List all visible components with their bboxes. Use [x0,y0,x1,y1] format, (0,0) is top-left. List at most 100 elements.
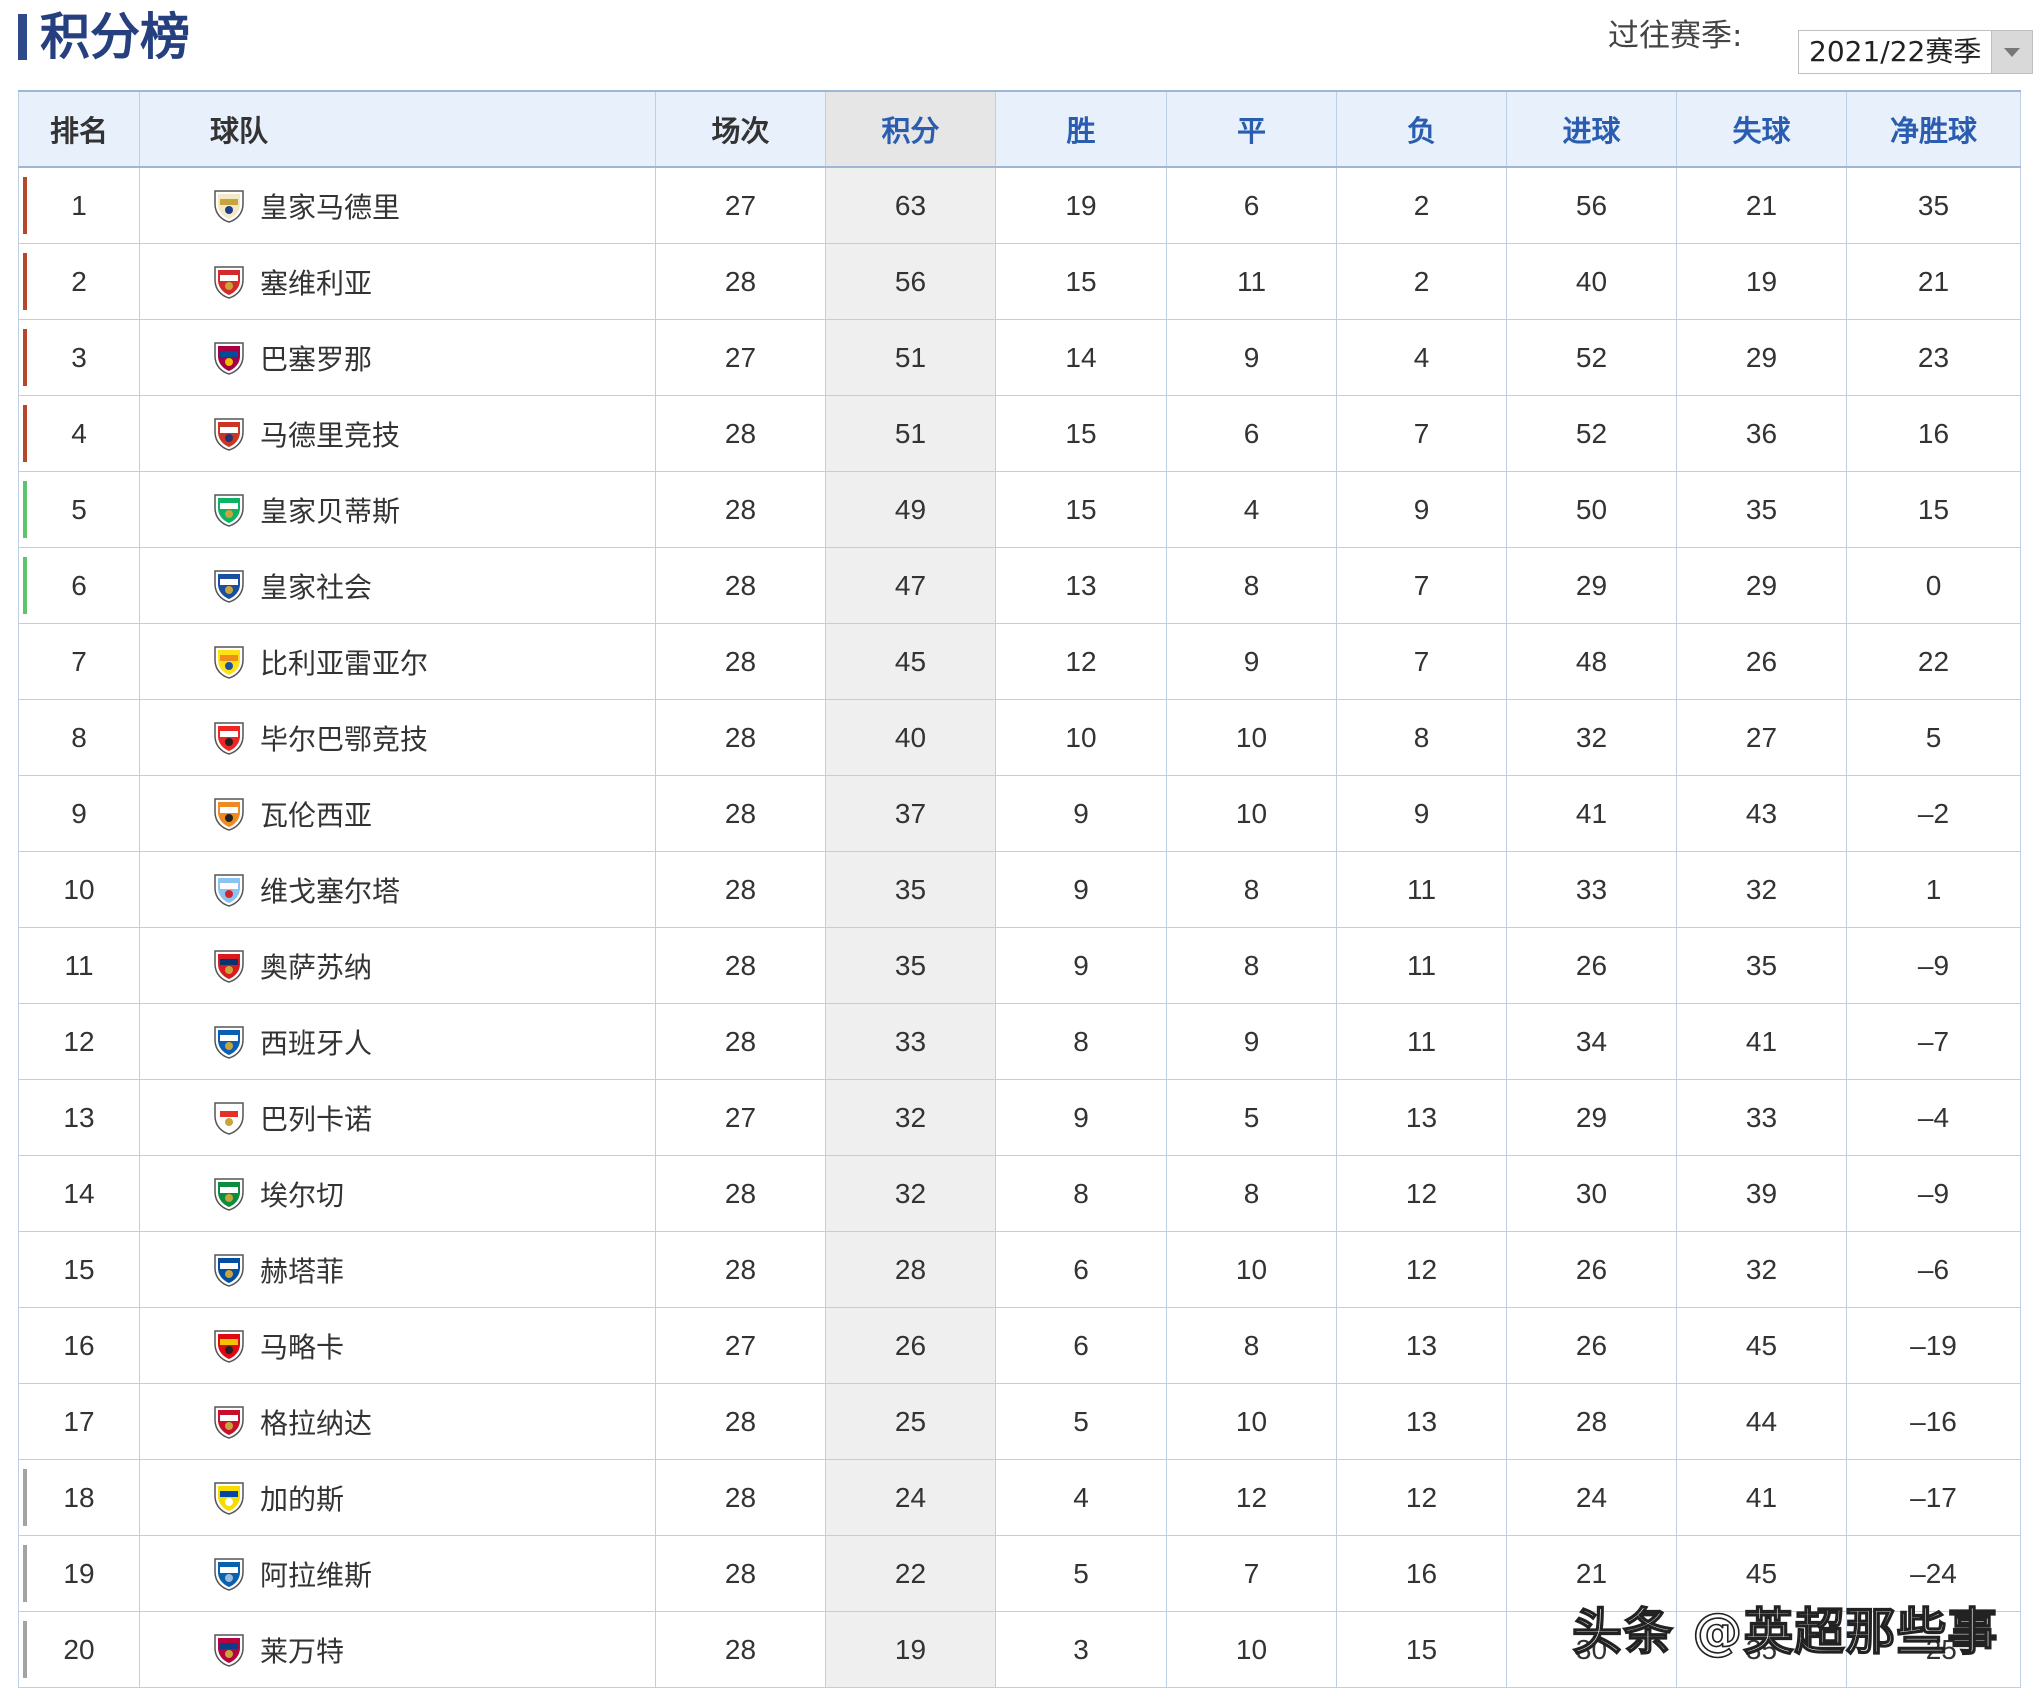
header-team[interactable]: 球队 [139,90,656,168]
team-cell[interactable]: 莱万特 [139,1611,656,1688]
team-name[interactable]: 皇家社会 [260,566,372,606]
team-cell[interactable]: 格拉纳达 [139,1383,656,1460]
team-name[interactable]: 赫塔菲 [260,1250,344,1290]
team-name[interactable]: 瓦伦西亚 [260,794,372,834]
table-row-18[interactable]: 18 加的斯 28 24 4 12 12 24 41 –17 [18,1459,2021,1536]
team-name[interactable]: 西班牙人 [260,1022,372,1062]
team-cell[interactable]: 马略卡 [139,1307,656,1384]
goals-for-cell: 48 [1506,623,1677,700]
table-row-15[interactable]: 15 赫塔菲 28 28 6 10 12 26 32 –6 [18,1231,2021,1308]
table-row-16[interactable]: 16 马略卡 27 26 6 8 13 26 45 –19 [18,1307,2021,1384]
team-name[interactable]: 巴塞罗那 [260,338,372,378]
team-cell[interactable]: 巴列卡诺 [139,1079,656,1156]
team-name[interactable]: 马德里竞技 [260,414,400,454]
goals-against-cell: 44 [1676,1383,1847,1460]
season-select[interactable]: 2021/22赛季 [1798,30,2033,74]
header-points[interactable]: 积分 [825,90,996,168]
rank-cell: 8 [18,699,140,776]
team-name[interactable]: 皇家贝蒂斯 [260,490,400,530]
table-row-5[interactable]: 5 皇家贝蒂斯 28 49 15 4 9 50 35 15 [18,471,2021,548]
rank-value: 18 [63,1481,95,1513]
team-cell[interactable]: 埃尔切 [139,1155,656,1232]
losses-cell: 8 [1336,699,1507,776]
team-name[interactable]: 格拉纳达 [260,1402,372,1442]
team-cell[interactable]: 巴塞罗那 [139,319,656,396]
goals-for-cell: 28 [1506,1383,1677,1460]
team-cell[interactable]: 奥萨苏纳 [139,927,656,1004]
table-row-4[interactable]: 4 马德里竞技 28 51 15 6 7 52 36 16 [18,395,2021,472]
zone-marker [23,861,27,918]
header-goal-difference[interactable]: 净胜球 [1846,90,2021,168]
team-name[interactable]: 巴列卡诺 [260,1098,372,1138]
table-row-10[interactable]: 10 维戈塞尔塔 28 35 9 8 11 33 32 1 [18,851,2021,928]
team-cell[interactable]: 马德里竞技 [139,395,656,472]
zone-marker [23,1469,27,1526]
team-cell[interactable]: 塞维利亚 [139,243,656,320]
team-cell[interactable]: 皇家马德里 [139,166,656,244]
header-played[interactable]: 场次 [655,90,826,168]
title-accent-bar [18,14,27,60]
team-name[interactable]: 皇家马德里 [260,186,400,226]
header-wins[interactable]: 胜 [995,90,1167,168]
team-name[interactable]: 维戈塞尔塔 [260,870,400,910]
team-name[interactable]: 莱万特 [260,1630,344,1670]
header-goals-against[interactable]: 失球 [1676,90,1847,168]
rank-value: 19 [63,1557,95,1589]
team-name[interactable]: 塞维利亚 [260,262,372,302]
goals-against-cell: 39 [1676,1155,1847,1232]
team-name[interactable]: 马略卡 [260,1326,344,1366]
team-cell[interactable]: 加的斯 [139,1459,656,1536]
goals-against-cell: 43 [1676,775,1847,852]
team-cell[interactable]: 毕尔巴鄂竞技 [139,699,656,776]
team-cell[interactable]: 西班牙人 [139,1003,656,1080]
team-cell[interactable]: 皇家社会 [139,547,656,624]
team-cell[interactable]: 瓦伦西亚 [139,775,656,852]
table-row-11[interactable]: 11 奥萨苏纳 28 35 9 8 11 26 35 –9 [18,927,2021,1004]
draws-cell: 10 [1166,1231,1337,1308]
rank-cell: 9 [18,775,140,852]
team-name[interactable]: 毕尔巴鄂竞技 [260,718,428,758]
team-cell[interactable]: 阿拉维斯 [139,1535,656,1612]
goals-against-cell: 41 [1676,1003,1847,1080]
table-row-6[interactable]: 6 皇家社会 28 47 13 8 7 29 29 0 [18,547,2021,624]
rank-cell: 19 [18,1535,140,1612]
team-name[interactable]: 埃尔切 [260,1174,344,1214]
team-cell[interactable]: 赫塔菲 [139,1231,656,1308]
table-row-12[interactable]: 12 西班牙人 28 33 8 9 11 34 41 –7 [18,1003,2021,1080]
table-row-17[interactable]: 17 格拉纳达 28 25 5 10 13 28 44 –16 [18,1383,2021,1460]
draws-cell: 6 [1166,395,1337,472]
goals-for-cell: 30 [1506,1155,1677,1232]
zone-marker [23,1089,27,1146]
chevron-down-icon[interactable] [1991,31,2032,73]
team-name[interactable]: 阿拉维斯 [260,1554,372,1594]
team-wrap: 阿拉维斯 [140,1554,655,1594]
team-cell[interactable]: 皇家贝蒂斯 [139,471,656,548]
team-cell[interactable]: 维戈塞尔塔 [139,851,656,928]
table-row-14[interactable]: 14 埃尔切 28 32 8 8 12 30 39 –9 [18,1155,2021,1232]
goal-difference-cell: 1 [1846,851,2021,928]
header-draws[interactable]: 平 [1166,90,1337,168]
table-row-7[interactable]: 7 比利亚雷亚尔 28 45 12 9 7 48 26 22 [18,623,2021,700]
goals-against-cell: 26 [1676,623,1847,700]
header-rank[interactable]: 排名 [18,90,140,168]
header-losses[interactable]: 负 [1336,90,1507,168]
zone-marker [23,405,27,462]
team-name[interactable]: 奥萨苏纳 [260,946,372,986]
points-cell: 37 [825,775,996,852]
team-wrap: 塞维利亚 [140,262,655,302]
table-row-9[interactable]: 9 瓦伦西亚 28 37 9 10 9 41 43 –2 [18,775,2021,852]
table-row-13[interactable]: 13 巴列卡诺 27 32 9 5 13 29 33 –4 [18,1079,2021,1156]
header-goals-for[interactable]: 进球 [1506,90,1677,168]
table-row-3[interactable]: 3 巴塞罗那 27 51 14 9 4 52 29 23 [18,319,2021,396]
table-row-2[interactable]: 2 塞维利亚 28 56 15 11 2 40 19 21 [18,243,2021,320]
draws-cell: 10 [1166,775,1337,852]
zone-marker [23,1241,27,1298]
played-cell: 28 [655,699,826,776]
points-cell: 49 [825,471,996,548]
team-name[interactable]: 比利亚雷亚尔 [260,642,428,682]
table-row-8[interactable]: 8 毕尔巴鄂竞技 28 40 10 10 8 32 27 5 [18,699,2021,776]
table-row-1[interactable]: 1 皇家马德里 27 63 19 6 2 56 21 35 [18,166,2021,244]
team-name[interactable]: 加的斯 [260,1478,344,1518]
team-wrap: 瓦伦西亚 [140,794,655,834]
team-cell[interactable]: 比利亚雷亚尔 [139,623,656,700]
